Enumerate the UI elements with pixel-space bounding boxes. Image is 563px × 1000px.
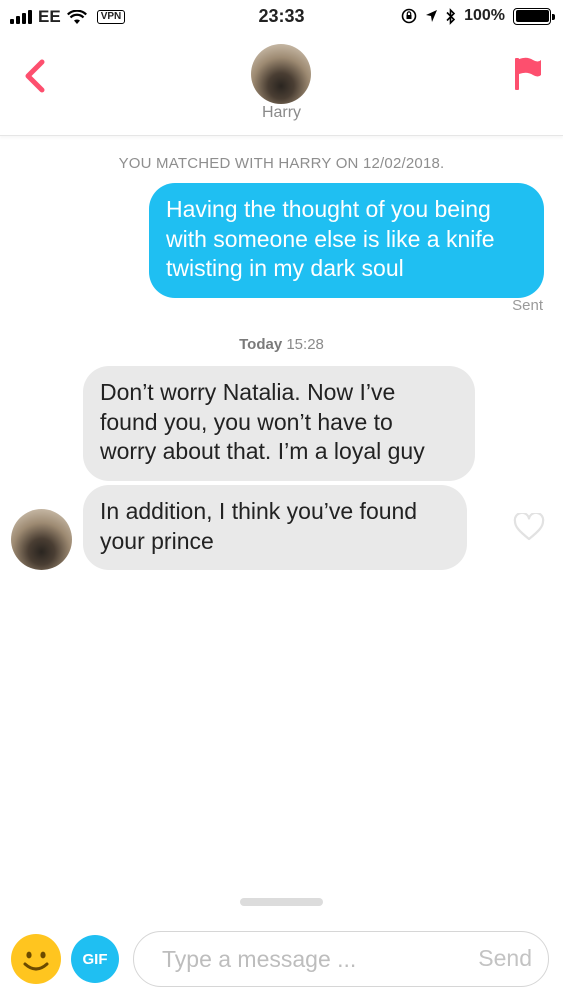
contact-name[interactable]: Harry [0,104,563,122]
emoji-button[interactable] [11,934,61,984]
battery-icon [513,7,555,25]
flag-icon [515,57,541,90]
status-right: 100% [401,7,555,25]
timestamp: Today 15:28 [0,336,563,353]
contact-avatar[interactable] [251,44,311,104]
like-message-button[interactable] [513,511,545,541]
incoming-message[interactable]: Don’t worry Natalia. Now I’ve found you,… [83,366,475,481]
message-status: Sent [512,297,543,314]
chat-header: Harry [0,34,563,136]
message-input[interactable] [162,943,452,975]
message-composer: Send [133,931,549,987]
match-note: YOU MATCHED WITH HARRY ON 12/02/2018. [118,155,445,172]
outgoing-message[interactable]: Having the thought of you being with som… [149,183,544,298]
timestamp-day: Today [239,336,283,353]
heart-icon [513,511,545,541]
report-button[interactable] [513,56,543,92]
status-bar: EE VPN 23:33 100% [0,0,563,34]
location-icon [426,10,438,22]
lock-rotation-icon [401,8,417,24]
incoming-message[interactable]: In addition, I think you’ve found your p… [83,485,467,570]
battery-percent: 100% [464,7,505,24]
back-button[interactable] [18,56,52,96]
timestamp-time: 15:28 [286,336,324,353]
bluetooth-icon [446,7,456,25]
smiley-icon [23,951,49,971]
sender-avatar[interactable] [11,509,72,570]
back-chevron-icon [25,59,45,93]
gif-button[interactable]: GIF [71,935,119,983]
send-button[interactable]: Send [478,945,532,972]
scroll-handle [240,898,323,906]
